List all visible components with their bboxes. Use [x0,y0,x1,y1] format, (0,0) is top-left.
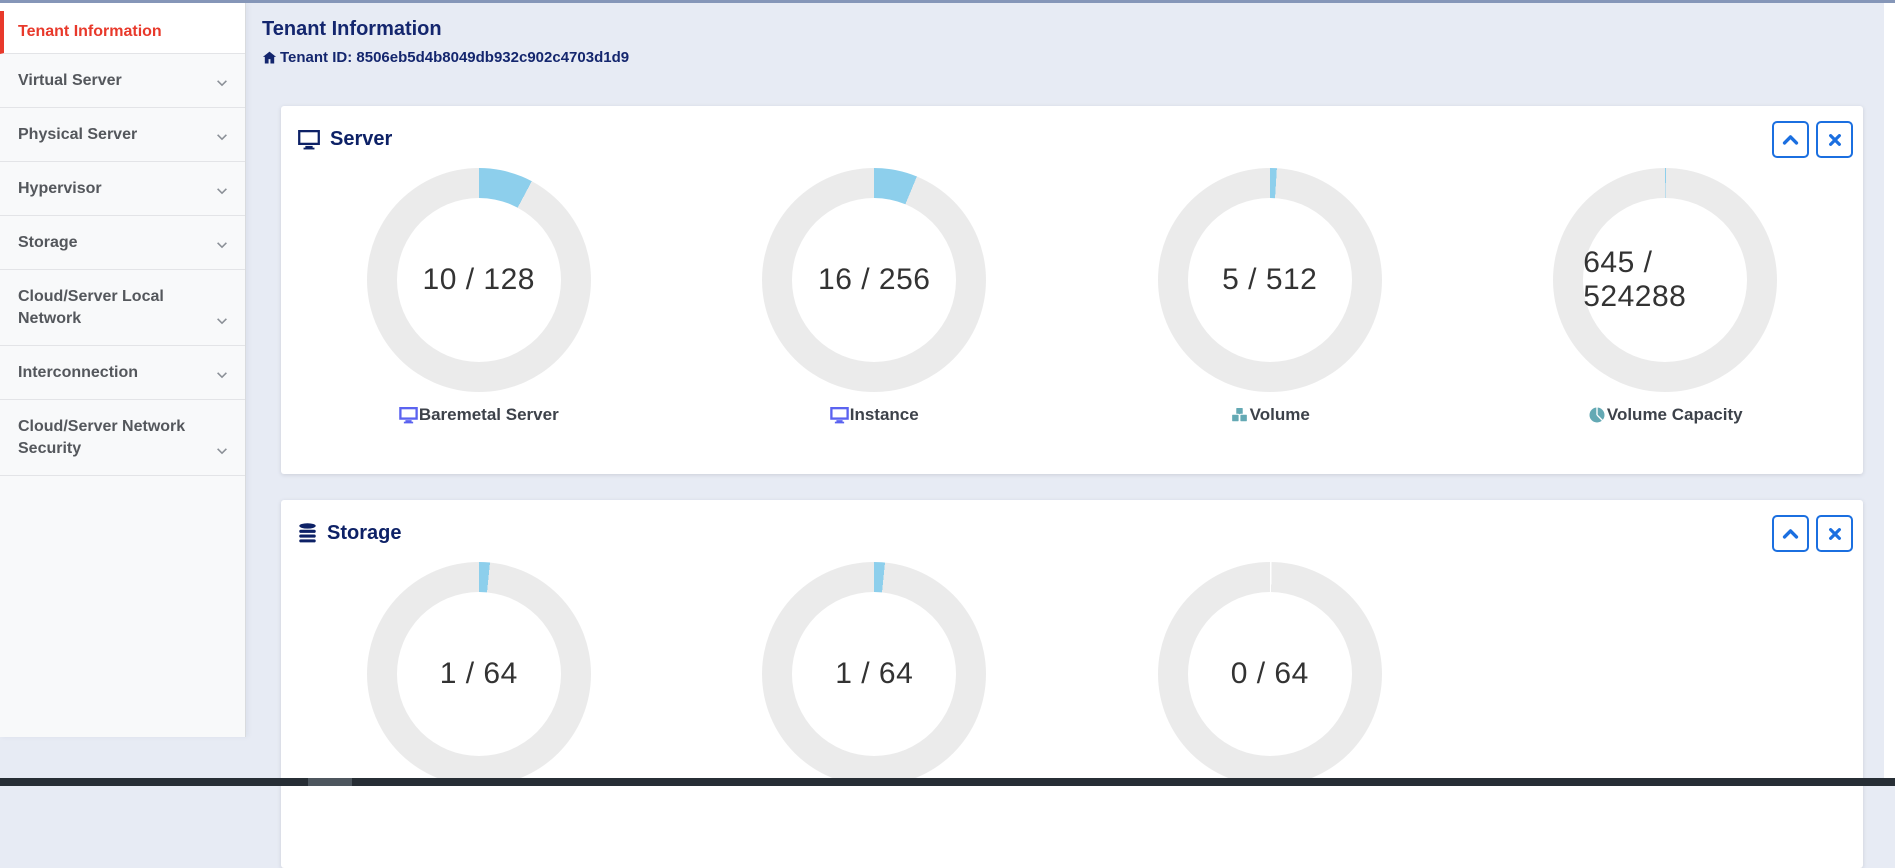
donut-hole: 10 / 128 [396,198,561,362]
donut-value: 1 / 64 [439,657,518,690]
panel-title: Server [330,128,393,150]
sidebar-item-label: Physical Server [18,126,138,143]
donut-chart: 1 / 64 [366,562,591,786]
donut-hole: 645 / 524288 [1583,198,1748,362]
chart-storage-2: 1 / 64 [677,562,1073,786]
storage-panel: Storage 1 / 64 1 / 64 0 / 64 [281,500,1863,868]
donut-value: 645 / 524288 [1583,246,1687,313]
vertical-scrollbar-track[interactable] [1884,3,1895,778]
sidebar-item-storage[interactable]: Storage [0,216,245,270]
server-panel: Server 10 / 128 Baremetal Server 16 / 25… [281,106,1863,474]
chart-storage-3: 0 / 64 [1072,562,1468,786]
chart-baremetal-server: 10 / 128 Baremetal Server [281,168,677,425]
sidebar-item-label: Virtual Server [18,72,122,89]
donut-hole: 1 / 64 [396,592,561,756]
server-charts-row: 10 / 128 Baremetal Server 16 / 256 Insta… [281,168,1863,425]
monitor-icon [829,406,849,423]
sidebar-item-virtual-server[interactable]: Virtual Server [0,54,245,108]
monitor-icon [399,406,418,423]
chart-label-text: Volume Capacity [1606,405,1743,424]
chart-label: Baremetal Server [399,405,559,425]
chevron-up-icon [1782,135,1799,145]
tenant-id-line: Tenant ID: 8506eb5d4b8049db932c902c4703d… [262,49,629,66]
donut-chart: 1 / 64 [762,562,987,786]
panel-title: Storage [327,522,402,544]
chart-label-text: Instance [849,405,919,424]
chevron-down-icon [217,134,227,141]
donut-chart: 16 / 256 [762,168,987,392]
sidebar-item-cloud-server-local-network[interactable]: Cloud/Server Local Network [0,270,245,346]
collapse-panel-button[interactable] [1772,515,1809,552]
sidebar-item-label: Storage [18,234,78,251]
sidebar-item-hypervisor[interactable]: Hypervisor [0,162,245,216]
chart-label: Volume Capacity [1588,405,1743,425]
donut-value: 16 / 256 [818,263,931,296]
panel-controls [1772,121,1853,158]
tenant-id-text: Tenant ID: 8506eb5d4b8049db932c902c4703d… [280,49,630,66]
close-icon [1828,527,1841,540]
chart-label-text: Baremetal Server [418,405,559,424]
donut-value: 1 / 64 [835,657,914,690]
chart-label: Volume [1230,405,1310,425]
panel-controls [1772,515,1853,552]
monitor-icon [298,129,320,149]
top-accent-line [0,0,1895,3]
horizontal-scrollbar[interactable] [0,778,1895,786]
close-panel-button[interactable] [1816,121,1853,158]
donut-chart: 10 / 128 [366,168,591,392]
chart-storage-1: 1 / 64 [281,562,677,786]
sidebar-item-label: Hypervisor [18,180,102,197]
chevron-down-icon [217,448,227,455]
sidebar-item-label: Cloud/Server Local Network [18,288,164,327]
chevron-up-icon [1782,529,1799,539]
chevron-down-icon [217,372,227,379]
chart-instance: 16 / 256 Instance [677,168,1073,425]
sidebar-item-label: Tenant Information [18,23,162,40]
close-icon [1828,133,1841,146]
database-icon [299,522,316,542]
chevron-down-icon [217,80,227,87]
chart-col-empty [1468,562,1864,786]
collapse-panel-button[interactable] [1772,121,1809,158]
storage-charts-row: 1 / 64 1 / 64 0 / 64 [281,562,1863,786]
sidebar-item-label: Cloud/Server Network Security [18,418,186,457]
page-title: Tenant Information [262,18,442,40]
donut-hole: 16 / 256 [792,198,957,362]
donut-chart: 645 / 524288 [1553,168,1778,392]
home-icon [262,51,277,64]
sidebar-item-cloud-server-network-security[interactable]: Cloud/Server Network Security [0,400,245,476]
donut-value: 5 / 512 [1222,263,1318,296]
storage-panel-header: Storage [281,500,1863,552]
chevron-down-icon [217,188,227,195]
server-panel-header: Server [281,106,1863,158]
sidebar-item-tenant-information[interactable]: Tenant Information [0,11,245,54]
cubes-icon [1230,406,1248,423]
close-panel-button[interactable] [1816,515,1853,552]
chevron-down-icon [217,318,227,325]
sidebar-top-strip [0,3,245,11]
sidebar-item-label: Interconnection [18,364,139,381]
sidebar-item-physical-server[interactable]: Physical Server [0,108,245,162]
page-header: Tenant Information Tenant ID: 8506eb5d4b… [262,18,629,66]
donut-chart: 0 / 64 [1157,562,1382,786]
donut-value: 0 / 64 [1230,657,1309,690]
donut-value: 10 / 128 [422,263,535,296]
sidebar: Tenant Information Virtual Server Physic… [0,3,246,737]
chart-volume: 5 / 512 Volume [1072,168,1468,425]
chart-label: Instance [829,405,919,425]
donut-hole: 0 / 64 [1187,592,1352,756]
chart-label-text: Volume [1249,405,1310,424]
chevron-down-icon [217,242,227,249]
sidebar-item-interconnection[interactable]: Interconnection [0,346,245,400]
donut-hole: 5 / 512 [1187,198,1352,362]
pie-chart-icon [1589,407,1605,423]
donut-hole: 1 / 64 [792,592,957,756]
chart-volume-capacity: 645 / 524288 Volume Capacity [1468,168,1864,425]
donut-chart: 5 / 512 [1157,168,1382,392]
horizontal-scrollbar-thumb[interactable] [308,778,352,786]
